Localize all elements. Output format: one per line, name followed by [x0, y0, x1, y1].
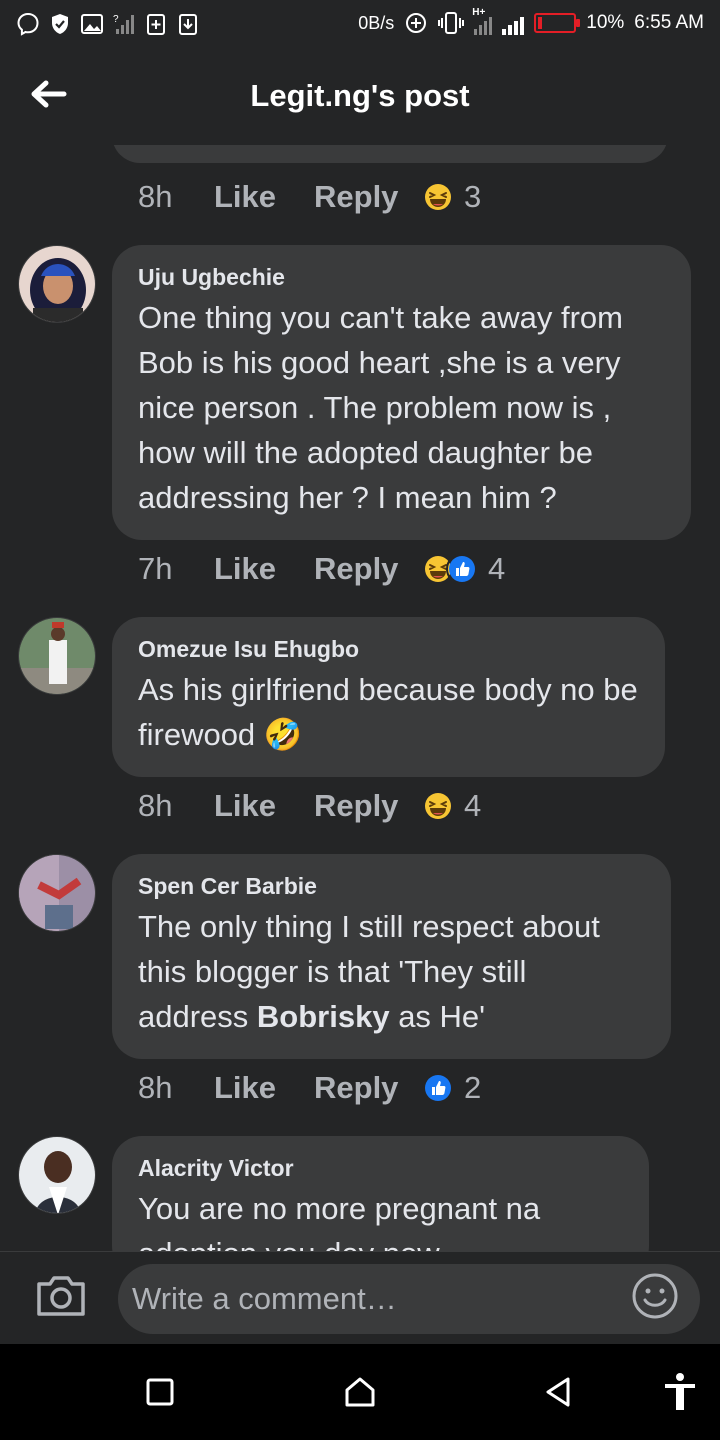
comment-actions: 8h Like Reply 2: [138, 1070, 481, 1106]
mentioned-name[interactable]: Bobrisky: [257, 999, 390, 1034]
camera-button[interactable]: [34, 1272, 88, 1320]
system-nav-bar: [0, 1344, 720, 1440]
like-button[interactable]: Like: [214, 788, 314, 824]
comment-actions: 8h Like Reply 3: [138, 179, 481, 215]
signal-bars-icon: [502, 11, 525, 35]
network-speed: 0B/s: [358, 12, 395, 33]
avatar[interactable]: [18, 617, 96, 695]
comment-author[interactable]: Omezue Isu Ehugbo: [138, 635, 639, 663]
reply-button[interactable]: Reply: [314, 788, 422, 824]
svg-text:?: ?: [113, 14, 119, 25]
back-nav-button[interactable]: [538, 1372, 578, 1412]
data-saver-icon: [406, 13, 427, 33]
comments-list[interactable]: 8h Like Reply 3 Uju Ugbechie One thing y…: [0, 145, 720, 1251]
like-button[interactable]: Like: [214, 179, 314, 215]
comment-time: 8h: [138, 1070, 173, 1105]
haha-reaction-icon: [422, 790, 454, 822]
like-button[interactable]: Like: [214, 1070, 314, 1106]
accessibility-icon: [665, 1373, 695, 1410]
avatar[interactable]: [18, 1136, 96, 1214]
like-button[interactable]: Like: [214, 551, 314, 587]
comment-bubble[interactable]: Uju Ugbechie One thing you can't take aw…: [112, 245, 691, 540]
reactions-summary[interactable]: 4: [422, 788, 481, 824]
reply-button[interactable]: Reply: [314, 551, 422, 587]
reactions-summary[interactable]: 4: [422, 551, 505, 587]
comment-time: 8h: [138, 179, 173, 214]
page-title: Legit.ng's post: [250, 78, 470, 113]
comment-text: You are no more pregnant na adoption you…: [138, 1191, 541, 1251]
battery-icon: [534, 13, 581, 33]
comment-time: 8h: [138, 788, 173, 823]
comment-bubble[interactable]: Alacrity Victor You are no more pregnant…: [112, 1136, 649, 1251]
home-button[interactable]: [340, 1372, 380, 1412]
comment-author[interactable]: Uju Ugbechie: [138, 263, 665, 291]
avatar[interactable]: [18, 245, 96, 323]
comment-author[interactable]: Alacrity Victor: [138, 1154, 623, 1182]
recents-button[interactable]: [140, 1372, 180, 1412]
comment-author[interactable]: Spen Cer Barbie: [138, 872, 645, 900]
shield-check-icon: [48, 10, 72, 38]
comment-actions: 8h Like Reply 4: [138, 788, 481, 824]
signal-h-plus-icon: H+: [472, 7, 493, 35]
like-reaction-icon: [422, 1072, 454, 1104]
reactions-summary[interactable]: 3: [422, 179, 481, 215]
avatar[interactable]: [18, 854, 96, 932]
like-reaction-icon: [446, 553, 478, 585]
battery-percent: 10%: [586, 12, 625, 33]
reactions-summary[interactable]: 2: [422, 1070, 481, 1106]
emoji-button[interactable]: [630, 1271, 680, 1321]
accessibility-button[interactable]: [660, 1372, 700, 1412]
messenger-icon: [16, 10, 40, 38]
plus-box-icon: [144, 10, 168, 38]
home-icon: [345, 1377, 375, 1407]
reply-button[interactable]: Reply: [314, 1070, 422, 1106]
comment-composer: [0, 1251, 720, 1344]
vibrate-icon: [438, 12, 465, 34]
comment-bubble[interactable]: Omezue Isu Ehugbo As his girlfriend beca…: [112, 617, 665, 777]
comment-bubble[interactable]: Spen Cer Barbie The only thing I still r…: [112, 854, 671, 1059]
smiley-icon: [632, 1273, 678, 1319]
no-signal-icon: ?: [112, 10, 136, 38]
back-triangle-icon: [546, 1377, 570, 1407]
clock: 6:55 AM: [634, 12, 704, 33]
reaction-count: 4: [464, 788, 482, 823]
comment-time: 7h: [138, 551, 173, 586]
reaction-count: 4: [488, 551, 506, 586]
comment-text: As his girlfriend because body no be fir…: [138, 672, 638, 752]
reaction-count: 2: [464, 1070, 482, 1105]
comment-input[interactable]: [118, 1264, 700, 1334]
reaction-count: 3: [464, 179, 482, 214]
previous-comment-bubble: [112, 145, 668, 163]
download-box-icon: [176, 10, 200, 38]
camera-icon: [37, 1276, 85, 1316]
comment-text: The only thing I still respect about thi…: [138, 909, 600, 1034]
comment-actions: 7h Like Reply 4: [138, 551, 505, 587]
status-bar: ? 0B/s H+ 10% 6:55 AM: [0, 0, 720, 50]
haha-reaction-icon: [422, 181, 454, 213]
post-header: Legit.ng's post: [0, 50, 720, 145]
recents-square-icon: [146, 1378, 174, 1406]
reply-button[interactable]: Reply: [314, 179, 422, 215]
image-icon: [80, 10, 104, 38]
comment-text: One thing you can't take away from Bob i…: [138, 300, 623, 515]
